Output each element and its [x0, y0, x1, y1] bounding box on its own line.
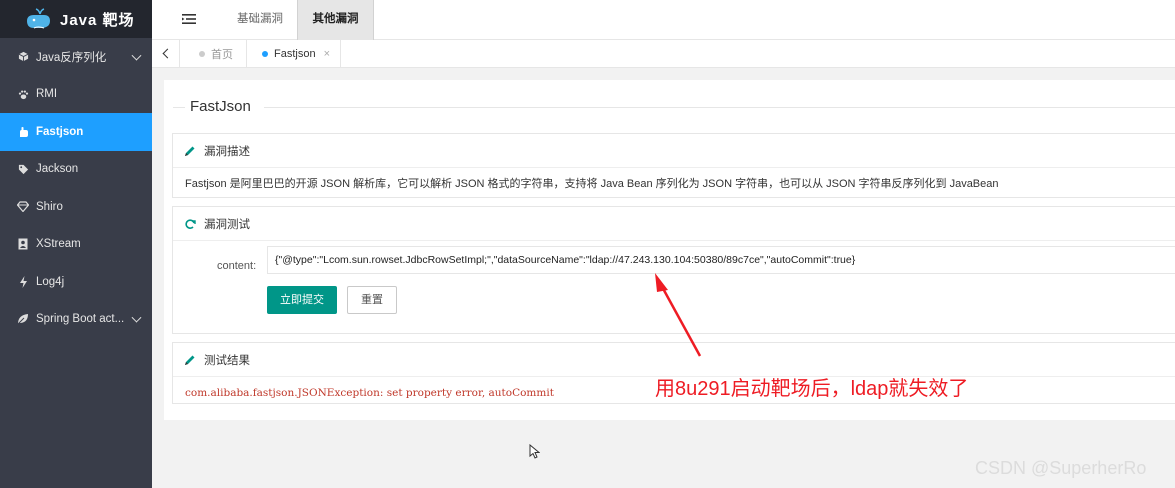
main-card: FastJson 漏洞描述 Fastjson 是阿里巴巴的开源 JSON 解析库…	[164, 80, 1175, 420]
sidebar-item-label: Java反序列化	[36, 51, 107, 64]
paw-icon	[17, 88, 29, 100]
page-tab-bar: 首页 Fastjson ×	[152, 40, 1175, 68]
tag-icon	[17, 163, 29, 175]
whale-logo-icon	[27, 8, 50, 29]
sidebar-item-log4j[interactable]: Log4j	[0, 263, 152, 301]
sidebar-nav: Java反序列化 RMI Fastjson Jackson Shiro XStr…	[0, 38, 152, 338]
reset-button[interactable]: 重置	[347, 286, 397, 314]
watermark: CSDN @SuperherRo	[975, 458, 1147, 478]
chevron-left-icon[interactable]	[152, 40, 180, 68]
chevron-down-icon	[131, 50, 142, 61]
page-tab-fastjson-label: Fastjson	[274, 48, 316, 60]
description-heading: 漏洞描述	[204, 145, 250, 158]
sidebar-item-rmi[interactable]: RMI	[0, 76, 152, 114]
tab-other-vulns[interactable]: 其他漏洞	[297, 0, 374, 40]
sidebar-item-label: XStream	[36, 238, 81, 251]
pen-icon	[185, 146, 195, 156]
sidebar-item-label: Spring Boot act...	[36, 313, 125, 326]
pen-icon	[185, 355, 195, 365]
page-tab-fastjson[interactable]: Fastjson ×	[248, 40, 341, 68]
hand-icon	[17, 126, 29, 138]
sidebar-item-java-deserialization[interactable]: Java反序列化	[0, 38, 152, 76]
leaf-icon	[17, 313, 29, 325]
test-panel: 漏洞测试 content: {"@type":"Lcom.sun.rowset.…	[172, 206, 1175, 334]
sidebar: Java 靶场 Java反序列化 RMI Fastjson Jackson Sh…	[0, 0, 152, 488]
description-panel-header: 漏洞描述	[173, 134, 1175, 168]
cube-icon	[17, 51, 29, 63]
app-title: Java 靶场	[60, 11, 135, 29]
sidebar-item-label: Jackson	[36, 163, 79, 176]
mouse-cursor-icon	[529, 444, 540, 459]
diamond-icon	[17, 201, 29, 213]
result-heading: 测试结果	[204, 354, 250, 367]
tab-dot-icon	[199, 51, 205, 57]
page-tab-home-label: 首页	[211, 49, 233, 61]
bolt-icon	[17, 275, 29, 288]
tab-basic-vulns[interactable]: 基础漏洞	[225, 0, 295, 40]
test-heading: 漏洞测试	[204, 218, 250, 231]
content-input[interactable]: {"@type":"Lcom.sun.rowset.JdbcRowSetImpl…	[267, 246, 1175, 274]
sidebar-item-xstream[interactable]: XStream	[0, 226, 152, 264]
top-header: 基础漏洞 其他漏洞	[152, 0, 1175, 40]
fieldset-divider	[173, 107, 185, 108]
annotation-text: 用8u291启动靶场后，ldap就失效了	[655, 378, 969, 400]
description-text: Fastjson 是阿里巴巴的开源 JSON 解析库，它可以解析 JSON 格式…	[185, 178, 999, 190]
sidebar-item-jackson[interactable]: Jackson	[0, 151, 152, 189]
contact-icon	[17, 238, 29, 250]
description-panel: 漏洞描述 Fastjson 是阿里巴巴的开源 JSON 解析库，它可以解析 JS…	[172, 133, 1175, 198]
sidebar-item-shiro[interactable]: Shiro	[0, 188, 152, 226]
submit-button[interactable]: 立即提交	[267, 286, 337, 314]
test-panel-header: 漏洞测试	[173, 207, 1175, 241]
close-icon[interactable]: ×	[324, 48, 330, 60]
page-title: FastJson	[190, 98, 251, 115]
app-logo[interactable]: Java 靶场	[0, 0, 152, 38]
chevron-down-icon	[131, 312, 142, 323]
sidebar-item-label: Fastjson	[36, 125, 84, 138]
fieldset-divider	[264, 107, 1175, 108]
sidebar-item-spring-boot[interactable]: Spring Boot act...	[0, 301, 152, 339]
sidebar-item-label: RMI	[36, 88, 58, 101]
content-label: content:	[217, 260, 257, 272]
sidebar-item-fastjson[interactable]: Fastjson	[0, 113, 152, 151]
sidebar-item-label: Log4j	[36, 275, 65, 288]
menu-toggle-icon[interactable]	[182, 13, 196, 25]
page-tab-home[interactable]: 首页	[182, 40, 247, 68]
sidebar-item-label: Shiro	[36, 200, 63, 213]
refresh-icon	[185, 218, 196, 229]
tab-dot-icon	[262, 51, 268, 57]
